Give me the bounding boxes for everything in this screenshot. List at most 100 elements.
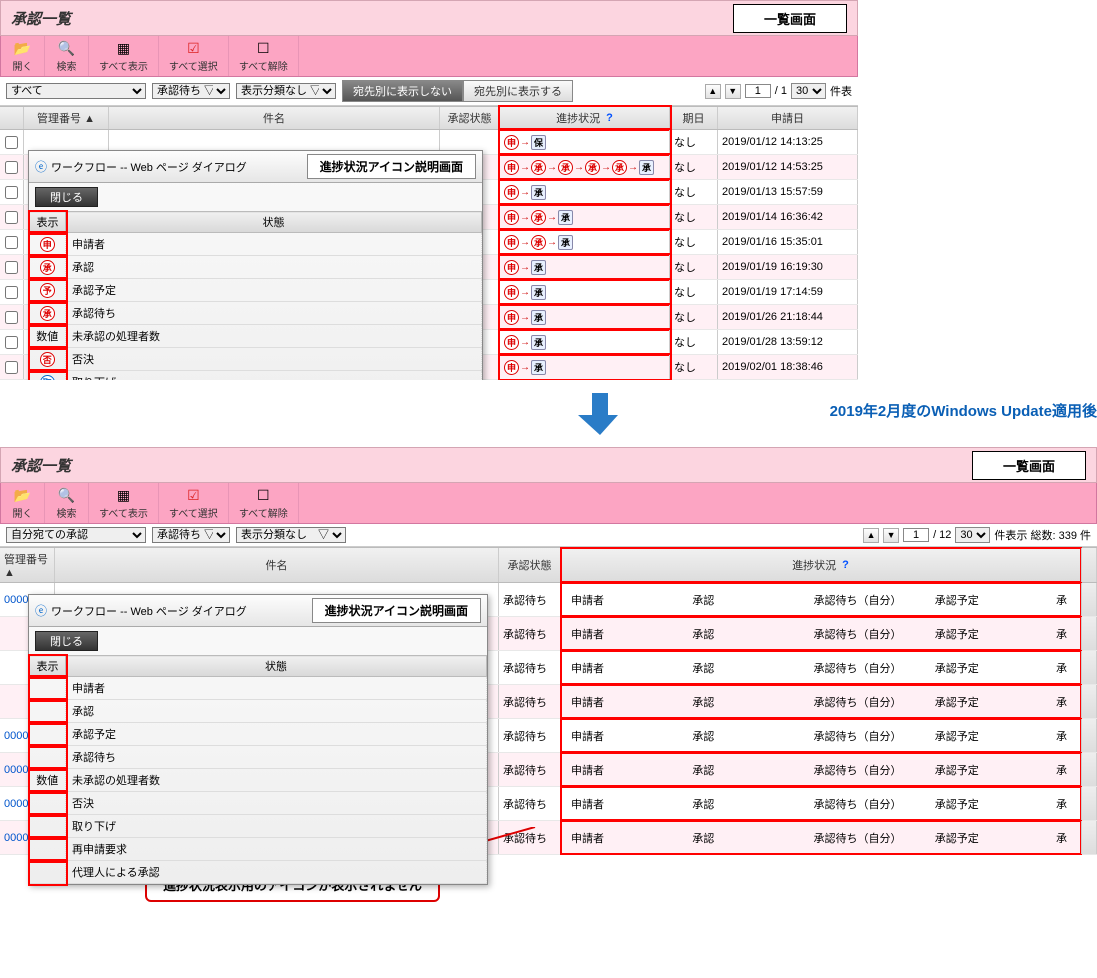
col-approval-status[interactable]: 承認状態 xyxy=(499,548,561,582)
legend-empty-icon xyxy=(30,700,66,723)
prog-c5: 承 xyxy=(1050,694,1076,710)
dialog-close-button[interactable]: 閉じる xyxy=(35,631,98,651)
seg-hide[interactable]: 宛先別に表示しない xyxy=(342,80,463,102)
col-mgr[interactable]: 管理番号 ▲ xyxy=(0,548,55,582)
cell-status: 承認待ち xyxy=(499,685,561,718)
per-page-suffix: 件表 xyxy=(830,83,852,99)
page-input[interactable] xyxy=(903,528,929,542)
tool-open[interactable]: 📂開く xyxy=(1,483,45,523)
cell-date: 2019/02/01 18:38:46 xyxy=(718,355,858,379)
prog-c2: 承認 xyxy=(686,660,807,676)
page-prev-icon[interactable]: ▲ xyxy=(863,528,879,543)
row-checkbox[interactable] xyxy=(5,286,18,299)
tool-open[interactable]: 📂開く xyxy=(1,36,45,76)
step-承-icon: 承 xyxy=(612,160,627,175)
prog-c4: 承認予定 xyxy=(929,592,1050,608)
list-screen-button[interactable]: 一覧画面 xyxy=(733,4,847,33)
scrollbar-track[interactable] xyxy=(1081,719,1097,752)
legend-row: 承認 xyxy=(30,700,487,723)
list-screen-button[interactable]: 一覧画面 xyxy=(972,451,1086,480)
per-page-select[interactable]: 30 xyxy=(791,83,826,99)
dest-toggle[interactable]: 宛先別に表示しない 宛先別に表示する xyxy=(342,80,573,102)
legend-name: 未承認の処理者数 xyxy=(66,769,487,792)
arrow-right-icon: → xyxy=(519,262,531,273)
scrollbar-track[interactable] xyxy=(1081,787,1097,820)
col-due[interactable]: 期日 xyxy=(670,107,718,129)
row-checkbox[interactable] xyxy=(5,261,18,274)
page-prev-icon[interactable]: ▲ xyxy=(705,84,721,99)
row-checkbox[interactable] xyxy=(5,311,18,324)
legend-否-icon: 否 xyxy=(40,352,55,367)
page-input[interactable] xyxy=(745,84,771,98)
per-page-select[interactable]: 30 xyxy=(955,527,990,543)
prog-c3: 承認待ち（自分） xyxy=(808,626,929,642)
col-subject[interactable]: 件名 xyxy=(55,548,499,582)
col-progress[interactable]: 進捗状況? xyxy=(500,107,670,129)
scrollbar-track[interactable] xyxy=(1081,583,1097,616)
col-apply-date[interactable]: 申請日 xyxy=(718,107,858,129)
scrollbar-track[interactable] xyxy=(1081,821,1097,854)
grid-header: 管理番号 ▲ 件名 承認状態 進捗状況? 期日 申請日 xyxy=(0,106,858,130)
tool-search[interactable]: 🔍検索 xyxy=(45,483,89,523)
arrow-right-icon: → xyxy=(519,312,531,323)
row-checkbox[interactable] xyxy=(5,236,18,249)
row-checkbox[interactable] xyxy=(5,211,18,224)
cell-progress: 申→承 xyxy=(500,180,670,204)
category-select[interactable]: 表示分類なし ▽ xyxy=(236,527,346,543)
cell-progress: 申→承 xyxy=(500,355,670,379)
tool-search[interactable]: 🔍検索 xyxy=(45,36,89,76)
cell-status: 承認待ち xyxy=(499,753,561,786)
cell-date: 2019/01/19 16:19:30 xyxy=(718,255,858,279)
help-icon[interactable]: ? xyxy=(606,112,613,124)
check-icon: ☑ xyxy=(187,39,200,57)
cell-progress: 申→保 xyxy=(500,130,670,154)
page-next-icon[interactable]: ▼ xyxy=(883,528,899,543)
row-checkbox[interactable] xyxy=(5,161,18,174)
page-title: 承認一覧 xyxy=(11,8,71,29)
scrollbar-track[interactable] xyxy=(1081,651,1097,684)
cell-progress: 申請者承認承認待ち（自分）承認予定承 xyxy=(561,583,1081,616)
row-checkbox[interactable] xyxy=(5,336,18,349)
tool-showall[interactable]: ▦すべて表示 xyxy=(89,483,159,523)
col-progress[interactable]: 進捗状況? xyxy=(561,548,1081,582)
scrollbar-track[interactable] xyxy=(1081,685,1097,718)
seg-show[interactable]: 宛先別に表示する xyxy=(463,80,573,102)
page-next-icon[interactable]: ▼ xyxy=(725,84,741,99)
legend-row: 申申請者 xyxy=(30,233,482,256)
legend-row: 否否決 xyxy=(30,348,482,371)
legend-row: 数値未承認の処理者数 xyxy=(30,325,482,348)
status-select[interactable]: 承認待ち ▽ xyxy=(152,83,230,99)
col-subject[interactable]: 件名 xyxy=(109,107,440,129)
tool-selectall[interactable]: ☑すべて選択 xyxy=(159,483,229,523)
legend-empty-icon xyxy=(30,861,66,884)
col-mgr[interactable]: 管理番号 ▲ xyxy=(24,107,109,129)
status-select[interactable]: 承認待ち ▽ xyxy=(152,527,230,543)
category-select[interactable]: 表示分類なし ▽ xyxy=(236,83,336,99)
cell-due: なし xyxy=(670,130,718,154)
scrollbar-track[interactable] xyxy=(1081,617,1097,650)
tool-clearall[interactable]: ☐すべて解除 xyxy=(229,36,299,76)
progress-legend-dialog: ⓔ ワークフロー -- Web ページ ダイアログ 進捗状況アイコン説明画面 閉… xyxy=(28,594,488,885)
scrollbar-track[interactable] xyxy=(1081,753,1097,786)
check-icon: ☑ xyxy=(187,486,200,504)
step-承-icon: 承 xyxy=(531,260,546,275)
grid-icon: ▦ xyxy=(117,39,130,57)
col-approval-status[interactable]: 承認状態 xyxy=(440,107,500,129)
tool-showall[interactable]: ▦すべて表示 xyxy=(89,36,159,76)
row-checkbox[interactable] xyxy=(5,361,18,374)
scope-select[interactable]: 自分宛ての承認 xyxy=(6,527,146,543)
prog-c5: 承 xyxy=(1050,830,1076,846)
legend-row: 否決 xyxy=(30,792,487,815)
tool-selectall[interactable]: ☑すべて選択 xyxy=(159,36,229,76)
arrow-right-icon: → xyxy=(519,187,531,198)
row-checkbox[interactable] xyxy=(5,136,18,149)
help-icon[interactable]: ? xyxy=(842,559,849,571)
scope-select[interactable]: すべて xyxy=(6,83,146,99)
row-checkbox[interactable] xyxy=(5,186,18,199)
tool-clearall[interactable]: ☐すべて解除 xyxy=(229,483,299,523)
legend-row: 再申請要求 xyxy=(30,838,487,861)
legend-name: 承認予定 xyxy=(66,723,487,746)
dialog-close-button[interactable]: 閉じる xyxy=(35,187,98,207)
scrollbar-icon[interactable] xyxy=(1081,548,1097,582)
cell-status: 承認待ち xyxy=(499,651,561,684)
